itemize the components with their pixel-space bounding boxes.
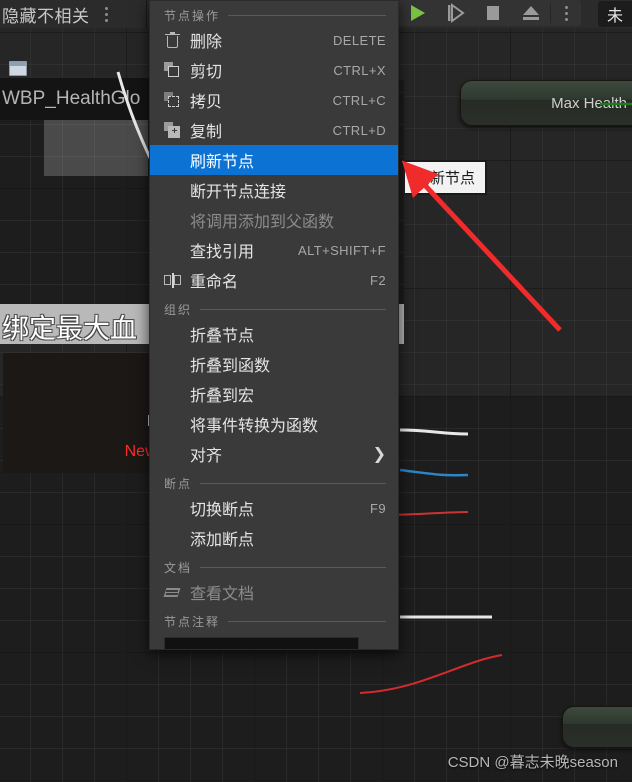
menu-item-rename[interactable]: 重命名 F2 <box>150 265 398 295</box>
menu-item-delete[interactable]: 删除 DELETE <box>150 25 398 55</box>
chevron-right-icon: ❯ <box>372 446 386 463</box>
node-context-menu[interactable]: 节点操作 删除 DELETE 剪切 CTRL+X 拷贝 CTRL+C 复制 CT… <box>149 0 399 650</box>
context-section-title: 断点 <box>164 476 193 491</box>
menu-item-refresh-node[interactable]: 刷新节点 <box>150 145 398 175</box>
step-forward-icon <box>448 3 465 23</box>
copy-icon <box>164 91 190 109</box>
toolbar-divider-1 <box>146 0 147 28</box>
step-forward-button[interactable] <box>436 0 474 26</box>
cut-icon <box>164 61 190 79</box>
rename-icon <box>164 272 190 289</box>
menu-item-delete-label: 删除 <box>190 34 223 51</box>
menu-item-copy[interactable]: 拷贝 CTRL+C <box>150 85 398 115</box>
menu-item-collapse-to-macro-label: 折叠到宏 <box>190 388 255 405</box>
section-divider <box>200 308 386 310</box>
stop-icon <box>487 6 499 20</box>
node-comment-input[interactable] <box>164 637 359 649</box>
trash-icon <box>164 31 190 49</box>
kebab-menu-icon[interactable] <box>100 3 114 25</box>
context-section-header-documentation: 文档 <box>150 557 398 577</box>
menu-item-refresh-node-label: 刷新节点 <box>190 154 255 171</box>
toolbar-right-indicator-label: 未 <box>606 8 623 25</box>
screenshot-root: Max Health Ove Bind Event to On Target <box>0 0 632 782</box>
menu-item-copy-accel: CTRL+C <box>332 92 386 108</box>
menu-item-cut[interactable]: 剪切 CTRL+X <box>150 55 398 85</box>
graph-selection-highlight <box>44 120 148 176</box>
menu-item-copy-label: 拷贝 <box>190 94 223 111</box>
node-green-pill-bottom-body[interactable] <box>562 706 632 748</box>
menu-item-convert-event-to-function-label: 将事件转换为函数 <box>190 418 319 435</box>
context-section-title: 节点注释 <box>164 614 221 629</box>
play-button[interactable] <box>398 0 436 26</box>
more-options-icon <box>559 2 573 24</box>
menu-item-collapse-to-macro[interactable]: 折叠到宏 <box>150 379 398 409</box>
section-divider <box>200 566 386 568</box>
context-section-header-node-comment: 节点注释 <box>150 611 398 631</box>
menu-item-duplicate-label: 复制 <box>190 124 223 141</box>
context-section-header-breakpoints: 断点 <box>150 473 398 493</box>
toolbar-right-indicator[interactable]: 未 <box>598 1 632 27</box>
node-max-health-getter-label: Max Health <box>551 94 627 112</box>
menu-item-find-references[interactable]: 查找引用 ALT+SHIFT+F <box>150 235 398 265</box>
menu-item-view-documentation-label: 查看文档 <box>190 586 255 603</box>
duplicate-icon <box>164 121 190 139</box>
menu-item-toggle-breakpoint-label: 切换断点 <box>190 502 255 519</box>
section-divider <box>228 620 386 622</box>
menu-item-alignment[interactable]: 对齐 ❯ <box>150 439 398 469</box>
menu-item-add-call-to-parent: 将调用添加到父函数 <box>150 205 398 235</box>
menu-item-alignment-label: 对齐 <box>190 448 223 465</box>
menu-item-duplicate[interactable]: 复制 CTRL+D <box>150 115 398 145</box>
menu-item-collapse-nodes-label: 折叠节点 <box>190 328 255 345</box>
context-section-title: 节点操作 <box>164 8 221 23</box>
view-doc-icon <box>163 584 190 601</box>
toolbar-left-group: 隐藏不相关 <box>0 0 120 28</box>
graph-tab-label-text: WBP_HealthGlo <box>2 88 141 109</box>
menu-item-add-call-to-parent-label: 将调用添加到父函数 <box>190 214 335 231</box>
play-icon <box>411 5 425 21</box>
menu-item-collapse-nodes[interactable]: 折叠节点 <box>150 319 398 349</box>
hide-unrelated-label[interactable]: 隐藏不相关 <box>2 2 90 27</box>
section-divider <box>228 14 386 16</box>
menu-item-rename-label: 重命名 <box>190 274 239 291</box>
context-section-title: 文档 <box>164 560 193 575</box>
context-section-header-node-actions: 节点操作 <box>150 5 398 25</box>
toolbar-playback-group <box>398 0 581 26</box>
annotation-tooltip: 刷新节点 <box>403 160 488 195</box>
menu-item-cut-accel: CTRL+X <box>333 62 386 78</box>
node-max-health-getter-body[interactable]: Max Health <box>460 80 632 126</box>
section-divider <box>200 482 386 484</box>
graph-tab-label[interactable]: WBP_HealthGlo <box>0 78 152 120</box>
more-options-button[interactable] <box>551 0 581 26</box>
menu-item-find-references-accel: ALT+SHIFT+F <box>298 242 386 258</box>
menu-item-view-documentation: 查看文档 <box>150 577 398 607</box>
watermark: CSDN @暮志未晚season <box>447 754 618 771</box>
context-section-header-organization: 组织 <box>150 299 398 319</box>
menu-item-rename-accel: F2 <box>370 272 386 288</box>
annotation-tooltip-text: 刷新节点 <box>415 170 476 187</box>
menu-item-duplicate-accel: CTRL+D <box>332 122 386 138</box>
menu-item-add-breakpoint[interactable]: 添加断点 <box>150 523 398 553</box>
menu-item-break-node-links[interactable]: 断开节点连接 <box>150 175 398 205</box>
menu-item-break-node-links-label: 断开节点连接 <box>190 184 287 201</box>
menu-item-delete-accel: DELETE <box>333 32 386 48</box>
menu-item-collapse-to-function-label: 折叠到函数 <box>190 358 271 375</box>
menu-item-toggle-breakpoint[interactable]: 切换断点 F9 <box>150 493 398 523</box>
menu-item-toggle-breakpoint-accel: F9 <box>370 500 386 516</box>
menu-item-cut-label: 剪切 <box>190 64 223 81</box>
eject-button[interactable] <box>512 0 550 26</box>
menu-item-add-breakpoint-label: 添加断点 <box>190 532 255 549</box>
menu-item-convert-event-to-function[interactable]: 将事件转换为函数 <box>150 409 398 439</box>
graph-comment-label: 绑定最大血 <box>2 314 137 344</box>
menu-item-find-references-label: 查找引用 <box>190 244 255 261</box>
stop-button[interactable] <box>474 0 512 26</box>
context-section-title: 组织 <box>164 302 193 317</box>
node-max-health-getter[interactable]: Max Health <box>460 80 632 126</box>
bind-event-icon <box>9 60 27 76</box>
eject-icon <box>523 6 539 20</box>
node-green-pill-bottom[interactable] <box>562 706 632 748</box>
menu-item-collapse-to-function[interactable]: 折叠到函数 <box>150 349 398 379</box>
